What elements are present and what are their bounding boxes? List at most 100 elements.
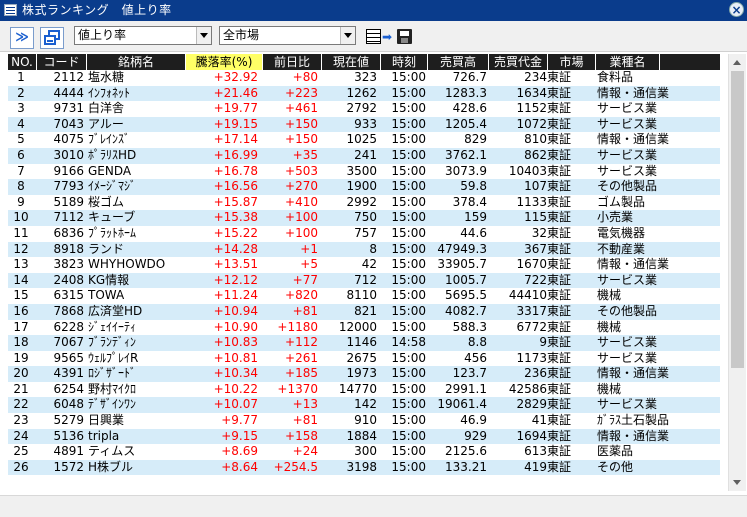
cell-change: +223 bbox=[285, 85, 318, 100]
cell-trading-value: 1072 bbox=[516, 116, 547, 131]
cell-time: 15:00 bbox=[391, 210, 426, 225]
cell-change-rate: +19.77 bbox=[213, 101, 258, 116]
cell-name: ﾌﾞﾗﾝﾃﾞｨﾝ bbox=[88, 335, 137, 350]
cell-change-rate: +32.92 bbox=[213, 70, 258, 84]
cell-time: 15:00 bbox=[391, 194, 426, 209]
table-row[interactable]: 26 1572 H株ブル +8.64 +254.5 3198 15:00 133.21 419 東… bbox=[8, 459, 720, 476]
column-header-market[interactable]: 市場 bbox=[548, 54, 596, 70]
vertical-scrollbar[interactable] bbox=[728, 54, 746, 491]
table-row[interactable]: 25 4891 ティムス +8.69 +24 300 15:00 2125.6 613 東証 医薬品 bbox=[8, 444, 720, 460]
table-row[interactable]: 8 7793 ｲﾒｰｼﾞﾏｼﾞ +16.56 +270 1900 15:00 59.8 107 東… bbox=[8, 179, 720, 195]
cell-change-rate: +8.64 bbox=[221, 459, 258, 474]
close-icon[interactable]: × bbox=[729, 2, 744, 17]
cell-change: +461 bbox=[285, 101, 318, 116]
cell-change: +185 bbox=[285, 366, 318, 381]
table-row[interactable]: 7 9166 GENDA +16.78 +503 3500 15:00 3073.9 10403… bbox=[8, 163, 720, 180]
cell-name: ｳｪﾙﾌﾟﾚｲR bbox=[88, 350, 139, 365]
cell-industry: 電気機器 bbox=[597, 225, 646, 240]
arrow-right-icon: ➡ bbox=[382, 30, 393, 44]
table-row[interactable]: 6 3010 ﾎﾟﾗﾘｽHD +16.99 +35 241 15:00 3762.1 862 東証… bbox=[8, 147, 720, 164]
scroll-down-arrow-icon[interactable] bbox=[729, 475, 746, 491]
table-row[interactable]: 21 6254 野村ﾏｲｸﾛ +10.22 +1370 14770 15:00 2991.1 4… bbox=[8, 381, 720, 398]
table-row[interactable]: 14 2408 KG情報 +12.12 +77 712 15:00 1005.7 722 東証 サー… bbox=[8, 272, 720, 289]
table-row[interactable]: 3 9731 白洋舎 +19.77 +461 2792 15:00 428.6 1152 東証 サー… bbox=[8, 101, 720, 117]
cell-change-rate: +15.22 bbox=[213, 225, 258, 240]
cell-volume: 159 bbox=[464, 210, 487, 225]
cell-code: 6315 bbox=[53, 288, 84, 303]
cell-trading-value: 613 bbox=[524, 444, 547, 459]
table-header: NO. コード 銘柄名 騰落率(%) 前日比 現在値 時刻 売買高 売買代金 市… bbox=[8, 54, 720, 70]
column-header-code[interactable]: コード bbox=[37, 54, 87, 70]
table-row[interactable]: 16 7868 広済堂HD +10.94 +81 821 15:00 4082.7 3317 東証… bbox=[8, 303, 720, 320]
chevron-down-icon[interactable] bbox=[196, 27, 211, 44]
table-row[interactable]: 20 4391 ﾛｼﾞｻﾞｰﾄﾞ +10.34 +185 1973 15:00 123.7 23… bbox=[8, 366, 720, 382]
cell-code: 6228 bbox=[53, 319, 84, 334]
column-header-industry[interactable]: 業種名 bbox=[596, 54, 660, 70]
cell-code: 5279 bbox=[53, 413, 84, 428]
column-header-change[interactable]: 前日比 bbox=[263, 54, 322, 70]
chevron-down-icon[interactable] bbox=[340, 27, 355, 44]
cell-change: +24 bbox=[292, 444, 318, 459]
cell-industry: サービス業 bbox=[597, 147, 658, 162]
table-row[interactable]: 10 7112 キューブ +15.38 +100 750 15:00 159 115 東証 小売業 bbox=[8, 210, 720, 226]
table-row[interactable]: 9 5189 桜ゴム +15.87 +410 2992 15:00 378.4 1133 東証 ゴム… bbox=[8, 194, 720, 211]
column-header-price[interactable]: 現在値 bbox=[322, 54, 381, 70]
copy-window-button[interactable] bbox=[40, 27, 64, 49]
cell-volume: 19061.4 bbox=[437, 397, 487, 412]
column-header-time[interactable]: 時刻 bbox=[381, 54, 428, 70]
cell-change: +13 bbox=[292, 397, 318, 412]
ranking-type-value: 値上り率 bbox=[78, 28, 127, 42]
scrollbar-thumb[interactable] bbox=[731, 71, 744, 368]
cell-time: 15:00 bbox=[391, 85, 426, 100]
cell-name: ﾌﾞﾚｲﾝｽﾞ bbox=[88, 132, 131, 147]
cell-time: 15:00 bbox=[391, 288, 426, 303]
cell-change: +77 bbox=[292, 272, 318, 287]
cell-industry: サービス業 bbox=[597, 163, 658, 178]
table-row[interactable]: 2 4444 ｲﾝﾌｫﾈｯﾄ +21.46 +223 1262 15:00 1283.3 163… bbox=[8, 85, 720, 102]
column-header-change-rate[interactable]: 騰落率(%) bbox=[186, 54, 263, 70]
cell-price: 42 bbox=[361, 257, 377, 272]
cell-volume: 5695.5 bbox=[445, 288, 487, 303]
cell-code: 5136 bbox=[53, 428, 84, 443]
column-header-name[interactable]: 銘柄名 bbox=[87, 54, 186, 70]
table-row[interactable]: 18 7067 ﾌﾞﾗﾝﾃﾞｨﾝ +10.83 +112 1146 14:58 8.8 9 東証 サ… bbox=[8, 335, 720, 351]
cell-change-rate: +9.15 bbox=[221, 428, 258, 443]
market-select[interactable]: 全市場 bbox=[219, 26, 356, 45]
cell-market: 東証 bbox=[547, 397, 572, 412]
cell-trading-value: 1133 bbox=[516, 194, 547, 209]
table-row[interactable]: 12 8918 ランド +14.28 +1 8 15:00 47949.3 367 東証 不動産業 bbox=[8, 241, 720, 258]
cell-no: 6 bbox=[17, 147, 25, 162]
export-to-file-icon[interactable]: ➡ bbox=[366, 28, 416, 46]
status-bar bbox=[0, 495, 747, 517]
cell-name: ﾎﾟﾗﾘｽHD bbox=[88, 147, 137, 162]
table-row[interactable]: 23 5279 日興業 +9.77 +81 910 15:00 46.9 41 東証 ｶﾞﾗｽ土石製… bbox=[8, 413, 720, 429]
table-row[interactable]: 17 6228 ｼﾞｪｲｲｰﾃｨ +10.90 +1180 12000 15:00 588.3… bbox=[8, 319, 720, 336]
table-row[interactable]: 11 6836 ﾌﾟﾗｯﾄﾎｰﾑ +15.22 +100 757 15:00 44.6 32 東証… bbox=[8, 225, 720, 242]
table-row[interactable]: 13 3823 WHYHOWDO +13.51 +5 42 15:00 33905.7 1670… bbox=[8, 257, 720, 273]
cell-no: 10 bbox=[13, 210, 29, 225]
table-row[interactable]: 4 7043 アルー +19.15 +150 933 15:00 1205.4 1072 東証 サー… bbox=[8, 116, 720, 133]
cell-code: 4891 bbox=[53, 444, 84, 459]
cell-change-rate: +9.77 bbox=[221, 413, 258, 428]
table-row[interactable]: 24 5136 tripla +9.15 +158 1884 15:00 929 1694 東証 情… bbox=[8, 428, 720, 445]
scroll-up-arrow-icon[interactable] bbox=[729, 54, 746, 70]
cell-trading-value: 3317 bbox=[516, 303, 547, 318]
column-header-volume[interactable]: 売買高 bbox=[428, 54, 489, 70]
table-row[interactable]: 19 9565 ｳｪﾙﾌﾟﾚｲR +10.81 +261 2675 15:00 456 1173… bbox=[8, 350, 720, 367]
table-row[interactable]: 5 4075 ﾌﾞﾚｲﾝｽﾞ +17.14 +150 1025 15:00 829 810 東証 情… bbox=[8, 132, 720, 148]
column-header-no[interactable]: NO. bbox=[8, 54, 37, 70]
cell-change-rate: +10.34 bbox=[213, 366, 258, 381]
cell-industry: 情報・通信業 bbox=[597, 85, 670, 100]
cell-change: +35 bbox=[292, 147, 318, 162]
cell-volume: 929 bbox=[464, 428, 487, 443]
table-row[interactable]: 15 6315 TOWA +11.24 +820 8110 15:00 5695.5 44410… bbox=[8, 288, 720, 304]
ranking-type-select[interactable]: 値上り率 bbox=[74, 26, 212, 45]
column-header-trading-value[interactable]: 売買代金 bbox=[489, 54, 548, 70]
cell-change-rate: +21.46 bbox=[213, 85, 258, 100]
table-row[interactable]: 22 6048 ﾃﾞｻﾞｲﾝﾜﾝ +10.07 +13 142 15:00 19061.4 28… bbox=[8, 397, 720, 414]
forward-button[interactable]: ≫ bbox=[10, 27, 34, 49]
table-row[interactable]: 1 2112 塩水糖 +32.92 +80 323 15:00 726.7 234 東証 食料品 bbox=[8, 70, 720, 86]
app-window-icon bbox=[4, 4, 17, 16]
cell-name: ﾃﾞｻﾞｲﾝﾜﾝ bbox=[88, 397, 137, 412]
cell-change-rate: +11.24 bbox=[213, 288, 258, 303]
